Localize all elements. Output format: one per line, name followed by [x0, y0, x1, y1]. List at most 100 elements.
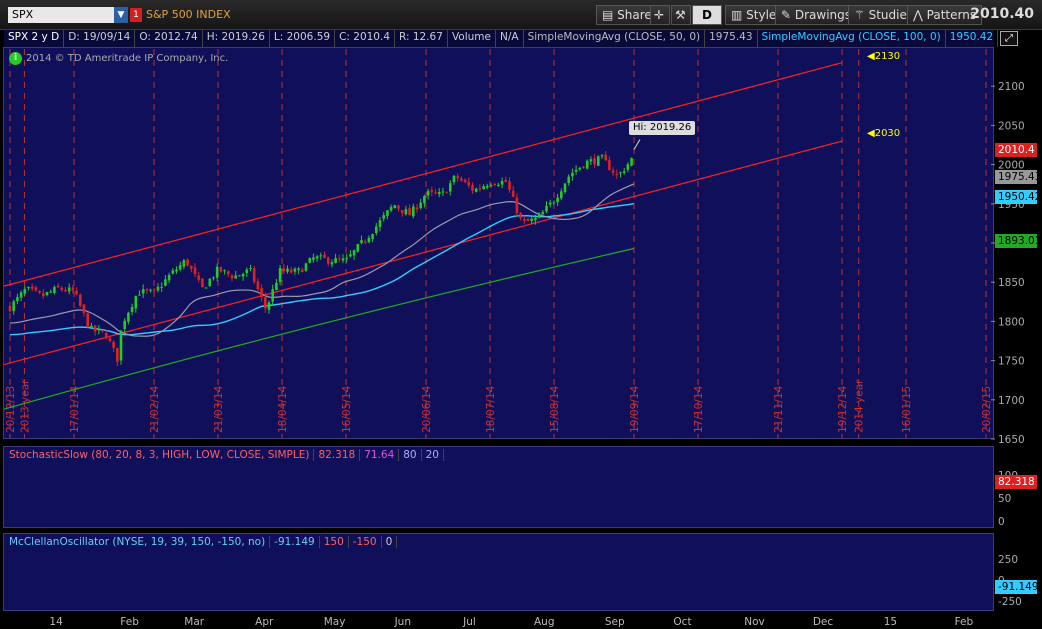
x-axis-label: Mar [184, 616, 204, 628]
date-label: 21/03/14 [213, 386, 225, 433]
candle-body [215, 266, 219, 278]
candle-body [175, 269, 178, 272]
candle-body [519, 213, 522, 219]
candle-body [478, 188, 482, 190]
candle-body [537, 214, 541, 218]
candle-body [338, 258, 341, 260]
stochastic-info: StochasticSlow (80, 20, 8, 3, HIGH, LOW,… [5, 449, 444, 461]
candle-body [227, 271, 230, 275]
info-icon[interactable]: i [9, 52, 22, 65]
x-axis-label: Feb [955, 616, 974, 628]
candle-body [622, 171, 626, 173]
candle-body [193, 267, 197, 275]
candle-body [82, 304, 86, 313]
candle-body [260, 288, 263, 298]
candle-body [378, 220, 382, 227]
candle-body [79, 294, 82, 306]
candle-body [293, 268, 297, 272]
candle-body [289, 269, 293, 273]
candle-body [474, 188, 478, 192]
price-tag-last: 2010.4 [995, 143, 1037, 157]
candle-body [630, 158, 633, 166]
candle-body [582, 166, 585, 168]
copyright-row: i 2014 © TD Ameritrade IP Company, Inc. [9, 52, 228, 65]
price-tag-sma100: 1950.42 [995, 190, 1041, 204]
candle-body [312, 257, 315, 260]
candle-body [375, 226, 378, 234]
candle-body [186, 259, 189, 266]
y-tick-label: 1800 [998, 316, 1025, 328]
x-axis-label: Feb [120, 616, 139, 628]
candle-body [323, 254, 326, 258]
date-label: 15/08/14 [549, 386, 561, 433]
date-label: 18/04/14 [277, 386, 289, 433]
candle-body [282, 268, 286, 272]
candle-body [301, 269, 304, 273]
candle-body [190, 265, 193, 269]
candle-body [60, 287, 64, 290]
candle-body [460, 178, 463, 181]
candle-body [597, 156, 600, 166]
date-label: 20/02/15 [981, 386, 993, 433]
candle-body [38, 290, 41, 293]
candle-body [315, 256, 319, 259]
candle-body [245, 269, 249, 273]
candle-body [511, 190, 515, 197]
stochastic-y-label: 0 [998, 516, 1005, 528]
candle-body [101, 329, 104, 332]
mcclellan-info: McClellanOscillator (NYSE, 19, 39, 150, … [5, 536, 398, 548]
flag-icon: ◀ [867, 51, 875, 62]
candle-body [467, 181, 471, 186]
candle-body [441, 191, 445, 193]
date-label: 21/11/14 [773, 386, 785, 433]
candle-body [308, 258, 311, 263]
sma100-line [9, 202, 635, 336]
candle-body [604, 154, 607, 161]
candle-body [178, 265, 182, 270]
candle-body [412, 206, 415, 217]
candle-body [367, 237, 371, 243]
candle-body [508, 181, 511, 190]
candle-body [130, 306, 134, 312]
candle-body [589, 159, 593, 162]
candle-body [164, 279, 167, 286]
candle-body [49, 291, 52, 293]
candle-body [141, 289, 145, 294]
stochastic-tag: 82.318 [995, 475, 1037, 489]
stochastic-overbought: 80 [399, 449, 422, 461]
year-label: 2013 year [19, 379, 31, 433]
candle-body [134, 296, 138, 309]
high-marker-pointer [633, 139, 641, 150]
candle-body [30, 286, 34, 289]
stochastic-oversold: 20 [422, 449, 444, 461]
candle-body [278, 267, 282, 282]
candle-body [23, 289, 27, 294]
candle-body [34, 287, 38, 291]
candle-body [397, 205, 400, 209]
mcclellan-tag: -91.149 [995, 580, 1039, 594]
candle-body [545, 205, 548, 212]
candle-body [56, 285, 60, 288]
candle-body [275, 282, 278, 291]
candle-body [67, 287, 71, 292]
candle-body [264, 297, 267, 309]
x-axis-label: Nov [744, 616, 765, 628]
candle-body [241, 273, 245, 277]
candle-body [456, 176, 459, 179]
candle-body [445, 192, 448, 194]
candle-body [90, 325, 93, 329]
candle-body [423, 196, 426, 204]
mcclellan-y-label: 250 [998, 554, 1018, 566]
candle-body [626, 164, 630, 170]
candle-body [71, 287, 75, 291]
date-label: 16/05/14 [341, 386, 353, 433]
channel-upper-value: 2130 [874, 51, 901, 62]
candle-body [486, 186, 489, 188]
date-label: 17/01/14 [69, 386, 81, 433]
candle-body [471, 185, 474, 191]
x-axis-label: Oct [673, 616, 691, 628]
candle-body [356, 244, 360, 252]
candle-body [345, 257, 348, 259]
candle-body [534, 218, 537, 221]
candle-body [500, 181, 504, 185]
